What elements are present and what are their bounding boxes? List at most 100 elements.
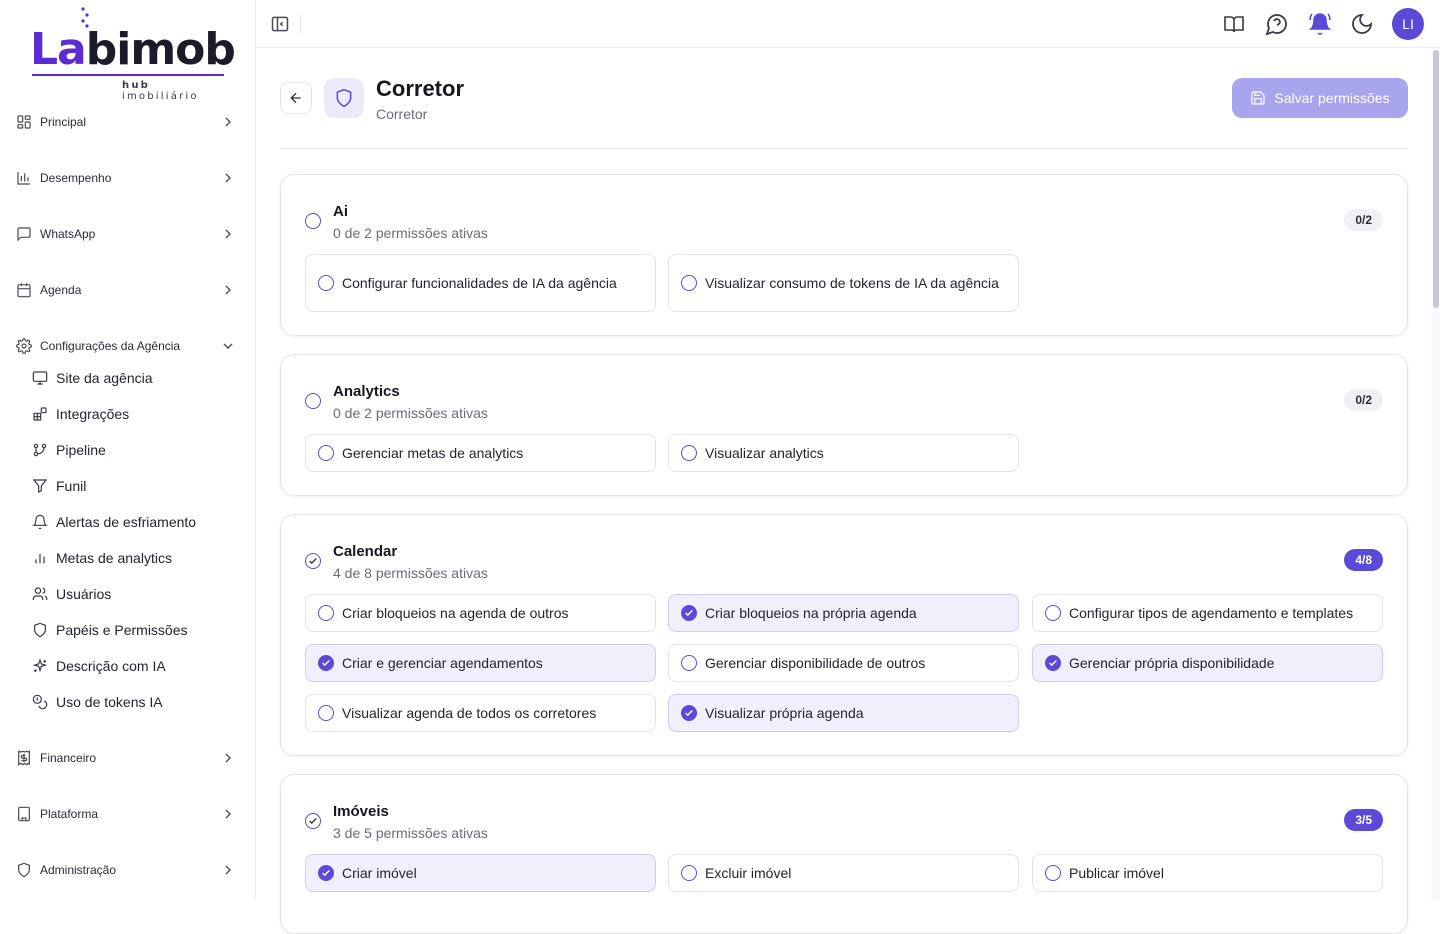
section-count-badge: 4/8: [1344, 549, 1383, 571]
arrow-left-icon: [290, 92, 301, 104]
permission-option[interactable]: Gerenciar metas de analytics: [305, 434, 656, 472]
user-avatar[interactable]: LI: [1392, 8, 1424, 40]
chevron-right-icon: [225, 285, 231, 295]
sidebar-item-metas-analytics[interactable]: Metas de analytics: [32, 546, 242, 570]
permission-radio[interactable]: [1045, 655, 1061, 671]
chevron-right-icon: [225, 865, 231, 875]
permission-radio[interactable]: [318, 865, 334, 881]
chevron-down-icon: [223, 343, 233, 349]
sidebar-item-papeis-permissoes[interactable]: Papéis e Permissões: [32, 618, 242, 642]
book-icon[interactable]: [1222, 12, 1246, 36]
moon-icon[interactable]: [1350, 12, 1374, 36]
section-select-all-toggle[interactable]: [305, 393, 321, 409]
nav-configuracoes-agencia[interactable]: Configurações da Agência: [16, 334, 240, 358]
permission-radio[interactable]: [681, 445, 697, 461]
sparkles-icon: [32, 658, 48, 673]
nav-agenda[interactable]: Agenda: [16, 278, 240, 302]
sidebar-item-label: Pipeline: [56, 442, 106, 458]
nav-principal-label: Principal: [40, 115, 87, 129]
permission-radio[interactable]: [681, 865, 697, 881]
sidebar-item-pipeline[interactable]: Pipeline: [32, 438, 242, 462]
permission-option[interactable]: Gerenciar própria disponibilidade: [1032, 644, 1383, 682]
header-divider: [280, 148, 1408, 149]
nav-whatsapp[interactable]: WhatsApp: [16, 222, 240, 246]
sidebar-item-integracoes[interactable]: Integrações: [32, 402, 242, 426]
permission-option[interactable]: Publicar imóvel: [1032, 854, 1383, 892]
bell-ring-icon[interactable]: [1308, 12, 1332, 36]
sidebar-item-descricao-ia[interactable]: Descrição com IA: [32, 654, 242, 678]
users-icon: [32, 587, 48, 600]
sidebar-item-label: Funil: [56, 478, 87, 494]
nav-desempenho[interactable]: Desempenho: [16, 166, 240, 190]
sidebar-item-uso-tokens-ia[interactable]: Uso de tokens IA: [32, 690, 242, 714]
permission-option[interactable]: Criar bloqueios na agenda de outros: [305, 594, 656, 632]
permission-option[interactable]: Visualizar consumo de tokens de IA da ag…: [668, 254, 1019, 312]
permission-option[interactable]: Criar bloqueios na própria agenda: [668, 594, 1019, 632]
permission-radio[interactable]: [1045, 865, 1061, 881]
sidebar: Labimob hub imobiliário Principal Desemp…: [0, 0, 256, 900]
nav-plataforma[interactable]: Plataforma: [16, 802, 240, 826]
section-select-all-toggle[interactable]: [305, 213, 321, 229]
permission-radio[interactable]: [318, 275, 334, 291]
sidebar-toggle-icon[interactable]: [270, 14, 290, 34]
nav-agenda-label: Agenda: [40, 283, 82, 297]
logo-wordmark: Labimob: [30, 24, 236, 75]
labimob-logo[interactable]: Labimob hub imobiliário: [30, 6, 236, 102]
topbar: LI: [256, 0, 1440, 48]
save-permissions-label: Salvar permissões: [1274, 90, 1390, 106]
help-chat-icon[interactable]: [1265, 12, 1289, 36]
grid-icon: [17, 115, 31, 129]
permission-label: Visualizar analytics: [705, 445, 824, 461]
receipt-icon: [18, 750, 30, 766]
permission-label: Criar imóvel: [342, 865, 417, 881]
nav-principal[interactable]: Principal: [16, 110, 240, 134]
permission-radio[interactable]: [681, 705, 697, 721]
permission-option[interactable]: Criar e gerenciar agendamentos: [305, 644, 656, 682]
sidebar-item-label: Integrações: [56, 406, 130, 422]
permission-radio[interactable]: [681, 275, 697, 291]
permission-option[interactable]: Configurar tipos de agendamento e templa…: [1032, 594, 1383, 632]
permission-radio[interactable]: [318, 655, 334, 671]
section-select-all-toggle[interactable]: [305, 813, 321, 829]
permission-label: Gerenciar disponibilidade de outros: [705, 655, 926, 671]
nav-administracao[interactable]: Administração: [16, 858, 240, 882]
section-summary: 0 de 2 permissões ativas: [333, 225, 488, 241]
permission-option[interactable]: Visualizar própria agenda: [668, 694, 1019, 732]
nav-whatsapp-label: WhatsApp: [40, 227, 96, 241]
permission-label: Criar e gerenciar agendamentos: [342, 655, 543, 671]
blocks-icon: [33, 407, 47, 421]
permission-radio[interactable]: [1045, 605, 1061, 621]
permission-radio[interactable]: [681, 605, 697, 621]
permission-option[interactable]: Gerenciar disponibilidade de outros: [668, 644, 1019, 682]
scrollbar-thumb[interactable]: [1433, 50, 1439, 308]
permission-option[interactable]: Excluir imóvel: [668, 854, 1019, 892]
sidebar-item-site-agencia[interactable]: Site da agência: [32, 366, 242, 390]
permission-radio[interactable]: [318, 445, 334, 461]
coins-icon: [32, 694, 48, 710]
sidebar-item-alertas-esfriamento[interactable]: Alertas de esfriamento: [32, 510, 242, 534]
permission-option[interactable]: Criar imóvel: [305, 854, 656, 892]
section-select-all-toggle[interactable]: [305, 553, 321, 569]
section-title: Analytics: [333, 383, 400, 400]
section-count-badge: 3/5: [1344, 809, 1383, 831]
nav-financeiro[interactable]: Financeiro: [16, 746, 240, 770]
chat-icon: [17, 227, 31, 242]
permission-label: Excluir imóvel: [705, 865, 792, 881]
permission-radio[interactable]: [681, 655, 697, 671]
back-button[interactable]: [280, 82, 312, 114]
section-count-badge: 0/2: [1344, 209, 1383, 231]
topbar-divider: [300, 14, 301, 34]
bell-icon: [32, 514, 48, 530]
save-permissions-button[interactable]: Salvar permissões: [1232, 78, 1408, 118]
sidebar-item-usuarios[interactable]: Usuários: [32, 582, 242, 606]
permission-radio[interactable]: [318, 705, 334, 721]
permission-option[interactable]: Configurar funcionalidades de IA da agên…: [305, 254, 656, 312]
nav-desempenho-label: Desempenho: [40, 171, 112, 185]
shield-icon: [336, 88, 352, 108]
permission-option[interactable]: Visualizar analytics: [668, 434, 1019, 472]
monitor-icon: [32, 371, 48, 385]
nav-financeiro-label: Financeiro: [40, 751, 97, 765]
permission-option[interactable]: Visualizar agenda de todos os corretores: [305, 694, 656, 732]
sidebar-item-funil[interactable]: Funil: [32, 474, 242, 498]
permission-radio[interactable]: [318, 605, 334, 621]
